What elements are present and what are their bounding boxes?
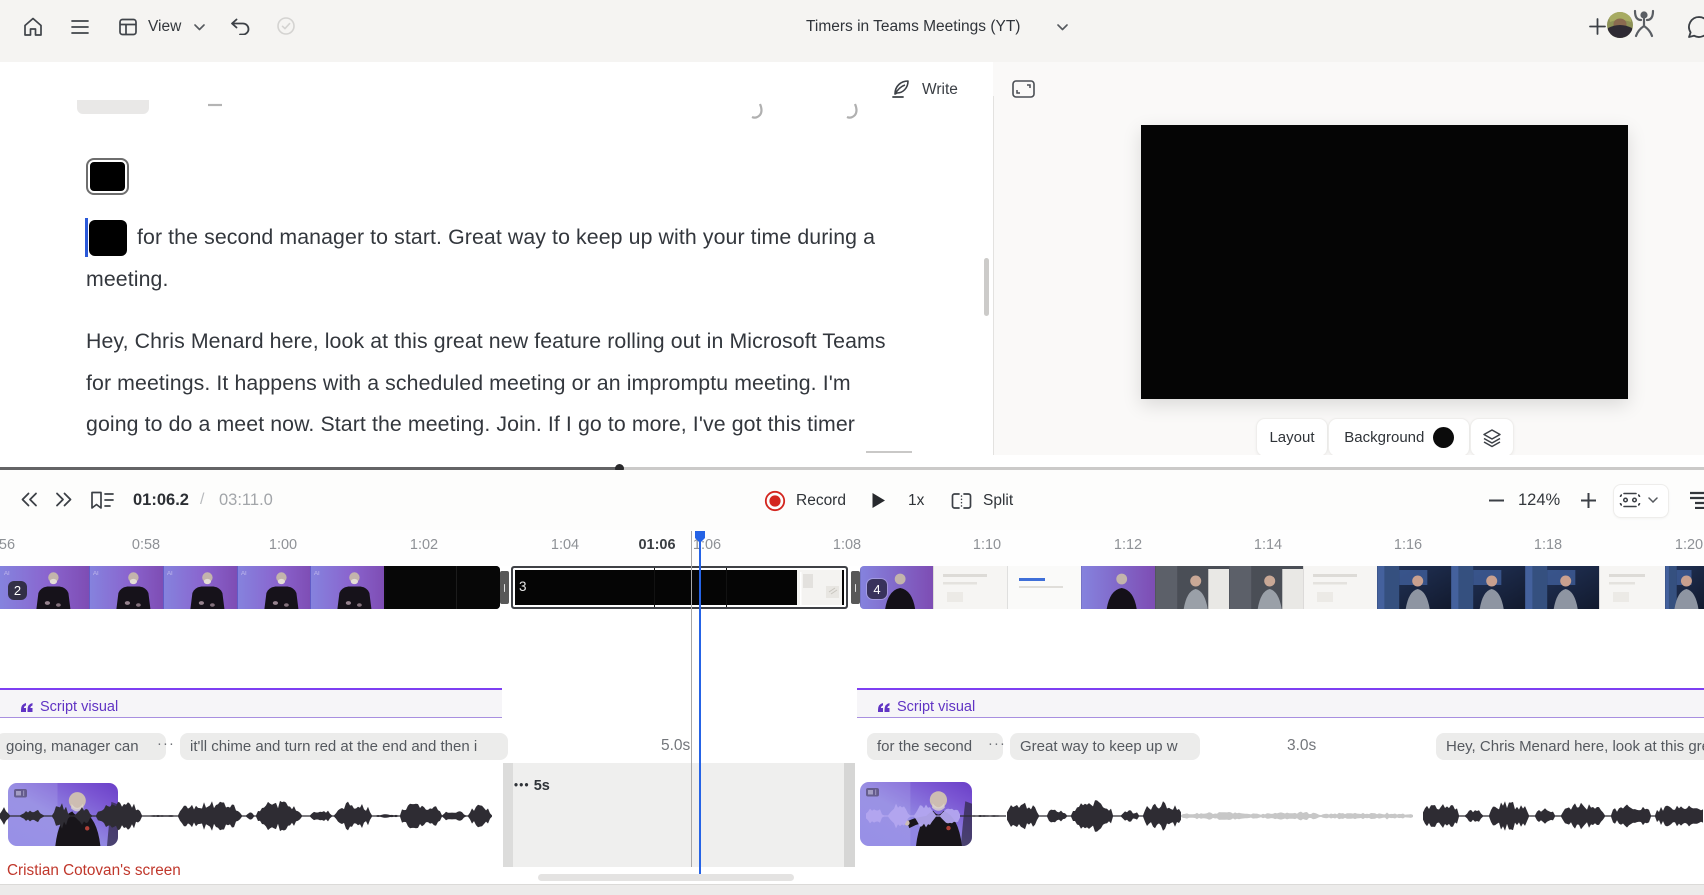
svg-text:AI: AI [314,571,320,577]
svg-text:AI: AI [4,571,10,577]
svg-text:AI: AI [167,571,173,577]
svg-text:AI: AI [241,571,247,577]
svg-text:AI: AI [93,571,99,577]
